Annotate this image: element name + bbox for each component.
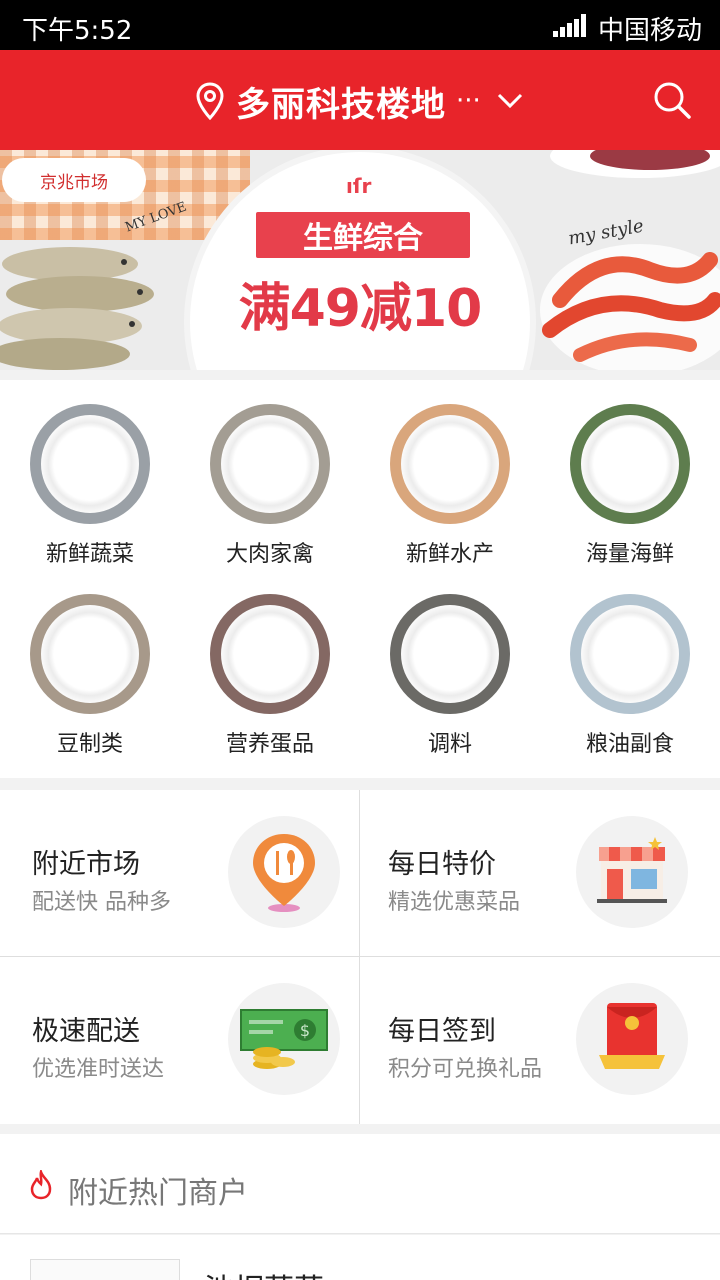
location-ellipsis: ··· bbox=[456, 86, 481, 116]
banner-category: 生鲜综合 bbox=[256, 212, 470, 258]
plate-icon bbox=[390, 404, 510, 524]
feature-divider-horizontal bbox=[0, 956, 720, 957]
chevron-down-icon bbox=[497, 93, 522, 109]
brand-mark-icon: ıſr bbox=[346, 174, 372, 198]
feature-daily-checkin[interactable]: 每日签到 积分可兑换礼品 bbox=[360, 957, 720, 1124]
status-carrier: 中国移动 bbox=[597, 16, 702, 46]
plate-icon bbox=[30, 594, 150, 714]
category-item[interactable]: 新鲜蔬菜 bbox=[0, 380, 180, 567]
svg-text:$: $ bbox=[300, 1021, 310, 1040]
category-item[interactable]: 海量海鲜 bbox=[540, 380, 720, 567]
feature-title: 每日特价 bbox=[388, 849, 496, 880]
category-item[interactable]: 新鲜水产 bbox=[360, 380, 540, 567]
fish-image bbox=[0, 247, 154, 370]
market-tag: 京兆市场 bbox=[2, 158, 146, 202]
feature-subtitle: 配送快 品种多 bbox=[32, 890, 171, 915]
feature-title: 每日签到 bbox=[388, 1016, 496, 1047]
category-label: 大肉家禽 bbox=[225, 542, 314, 567]
top-header: 多丽科技楼地 ··· bbox=[0, 50, 720, 150]
category-grid: 新鲜蔬菜 大肉家禽 新鲜水产 海量海鲜 豆制类 营养蛋品 调料 粮油副食 bbox=[0, 380, 720, 778]
category-label: 调料 bbox=[427, 732, 472, 757]
cash-coins-icon: $ bbox=[228, 983, 340, 1095]
category-item[interactable]: 粮油副食 bbox=[540, 570, 720, 757]
feature-fast-delivery[interactable]: 极速配送 优选准时送达 $ bbox=[0, 957, 360, 1124]
category-label: 豆制类 bbox=[56, 732, 123, 757]
category-item[interactable]: 豆制类 bbox=[0, 570, 180, 757]
feature-daily-special[interactable]: 每日特价 精选优惠菜品 bbox=[360, 790, 720, 957]
promo-banner[interactable]: 京兆市场 MY LOVE ıſr 生鲜综合 满49减10 my style bbox=[0, 150, 720, 370]
feature-title: 极速配送 bbox=[32, 1016, 140, 1047]
feature-subtitle: 积分可兑换礼品 bbox=[388, 1057, 543, 1082]
signal-icon bbox=[553, 14, 586, 37]
category-label: 海量海鲜 bbox=[585, 542, 674, 567]
feature-title: 附近市场 bbox=[32, 849, 140, 880]
location-selector[interactable]: 多丽科技楼地 ··· bbox=[196, 78, 525, 125]
search-icon[interactable] bbox=[652, 80, 692, 120]
category-label: 粮油副食 bbox=[585, 732, 674, 757]
merchant-thumbnail bbox=[30, 1259, 180, 1280]
market-location-icon bbox=[228, 816, 340, 928]
location-pin-icon bbox=[196, 82, 224, 120]
status-time: 下午5:52 bbox=[22, 16, 133, 46]
category-label: 新鲜蔬菜 bbox=[45, 542, 134, 567]
plate-icon bbox=[210, 594, 330, 714]
feature-nearby-market[interactable]: 附近市场 配送快 品种多 bbox=[0, 790, 360, 957]
banner-promo-text: 满49减10 bbox=[238, 279, 483, 339]
plate-icon bbox=[570, 594, 690, 714]
merchant-name: 池桐蔬菜 bbox=[204, 1265, 324, 1280]
status-bar: 下午5:52 中国移动 bbox=[0, 0, 720, 50]
red-envelope-icon bbox=[576, 983, 688, 1095]
category-label: 营养蛋品 bbox=[225, 732, 314, 757]
merchant-item[interactable]: 池桐蔬菜 bbox=[0, 1235, 720, 1280]
storefront-icon bbox=[576, 816, 688, 928]
plate-icon bbox=[390, 594, 510, 714]
hot-merchants-header: 附近热门商户 bbox=[0, 1134, 720, 1234]
feature-subtitle: 优选准时送达 bbox=[32, 1057, 165, 1082]
hot-merchants-title: 附近热门商户 bbox=[68, 1176, 248, 1211]
category-item[interactable]: 大肉家禽 bbox=[180, 380, 360, 567]
feature-subtitle: 精选优惠菜品 bbox=[388, 890, 521, 915]
shrimp-image bbox=[540, 150, 720, 370]
category-item[interactable]: 调料 bbox=[360, 570, 540, 757]
feature-divider-vertical bbox=[359, 790, 360, 1124]
plate-icon bbox=[570, 404, 690, 524]
plate-icon bbox=[210, 404, 330, 524]
location-name: 多丽科技楼地 bbox=[236, 84, 446, 125]
category-item[interactable]: 营养蛋品 bbox=[180, 570, 360, 757]
feature-cards: 附近市场 配送快 品种多 每日特价 精选优惠菜品 极速配送 优选准时送达 $ 每… bbox=[0, 790, 720, 1124]
category-label: 新鲜水产 bbox=[405, 542, 494, 567]
plate-icon bbox=[30, 404, 150, 524]
flame-icon bbox=[30, 1170, 52, 1200]
